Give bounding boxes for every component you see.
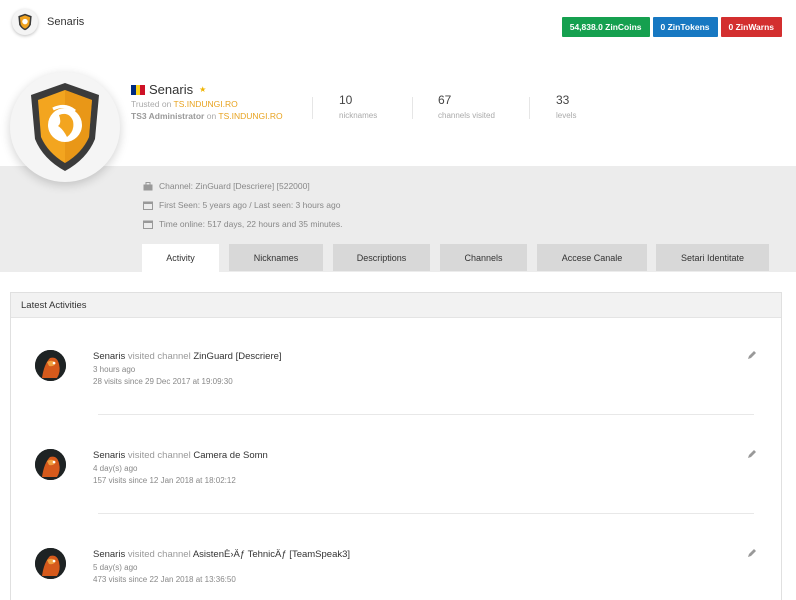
tab-channels[interactable]: Channels bbox=[440, 244, 527, 271]
activity-action: visited channel bbox=[127, 351, 191, 362]
user-avatar[interactable] bbox=[35, 548, 66, 579]
activity-text: Senaris visited channel AsistenÈ›Äƒ Tehn… bbox=[93, 549, 350, 560]
activity-visits: 157 visits since 12 Jan 2018 at 18:02:12 bbox=[93, 476, 236, 485]
tab-accese-canale[interactable]: Accese Canale bbox=[537, 244, 647, 271]
stat-label: nicknames bbox=[339, 111, 378, 120]
info-online: Time online: 517 days, 22 hours and 35 m… bbox=[143, 219, 343, 229]
activity-time: 3 hours ago bbox=[93, 365, 136, 374]
activity-time: 4 day(s) ago bbox=[93, 464, 138, 473]
calendar-icon bbox=[143, 220, 153, 229]
info-online-text: Time online: 517 days, 22 hours and 35 m… bbox=[159, 219, 343, 229]
romania-flag-icon bbox=[131, 84, 146, 95]
info-channel: Channel: ZinGuard [Descriere] [522000] bbox=[143, 181, 310, 191]
user-avatar[interactable] bbox=[35, 449, 66, 480]
info-channel-text: Channel: ZinGuard [Descriere] [522000] bbox=[159, 181, 310, 191]
shield-logo-icon bbox=[18, 13, 32, 31]
stat-divider bbox=[412, 97, 413, 119]
site-logo[interactable] bbox=[12, 9, 38, 35]
tab-activity[interactable]: Activity bbox=[142, 244, 219, 272]
tab-nicknames[interactable]: Nicknames bbox=[229, 244, 323, 271]
activity-visits: 28 visits since 29 Dec 2017 at 19:09:30 bbox=[93, 377, 233, 386]
activity-text: Senaris visited channel Camera de Somn bbox=[93, 450, 268, 461]
currency-badges: 54,838.0 ZinCoins 0 ZinTokens 0 ZinWarns bbox=[561, 17, 782, 37]
trusted-site-link[interactable]: TS.INDUNGI.RO bbox=[174, 99, 238, 109]
role-on: on bbox=[204, 111, 219, 121]
activity-channel[interactable]: AsistenÈ›Äƒ TehnicÄƒ [TeamSpeak3] bbox=[193, 549, 350, 560]
role-site-link[interactable]: TS.INDUNGI.RO bbox=[218, 111, 282, 121]
info-seen-text: First Seen: 5 years ago / Last seen: 3 h… bbox=[159, 200, 341, 210]
activity-channel[interactable]: Camera de Somn bbox=[193, 450, 267, 461]
stat-value: 10 bbox=[339, 93, 353, 107]
latest-activities-panel: Latest Activities Senaris visited channe… bbox=[10, 292, 782, 600]
tab-descriptions[interactable]: Descriptions bbox=[333, 244, 430, 271]
profile-roles: Trusted on TS.INDUNGI.RO TS3 Administrat… bbox=[131, 98, 283, 122]
activity-time: 5 day(s) ago bbox=[93, 563, 138, 572]
activity-visits: 473 visits since 22 Jan 2018 at 13:36:50 bbox=[93, 575, 236, 584]
info-seen: First Seen: 5 years ago / Last seen: 3 h… bbox=[143, 200, 340, 210]
stat-value: 33 bbox=[556, 93, 570, 107]
calendar-icon bbox=[143, 201, 153, 210]
activity-action: visited channel bbox=[127, 549, 191, 560]
profile-name-row: Senaris ★ bbox=[131, 82, 206, 97]
zintokens-badge[interactable]: 0 ZinTokens bbox=[652, 17, 718, 37]
star-icon: ★ bbox=[199, 85, 207, 94]
pencil-icon[interactable] bbox=[747, 449, 757, 459]
activity-separator bbox=[98, 414, 754, 415]
tab-setari-identitate[interactable]: Setari Identitate bbox=[656, 244, 769, 271]
activity-separator bbox=[98, 513, 754, 514]
briefcase-icon bbox=[143, 181, 153, 191]
pencil-icon[interactable] bbox=[747, 350, 757, 360]
shield-avatar-icon bbox=[31, 83, 99, 171]
activity-action: visited channel bbox=[127, 450, 191, 461]
stat-channels-visited: 67 channels visited bbox=[438, 93, 495, 120]
activity-user[interactable]: Senaris bbox=[93, 549, 125, 560]
stat-label: levels bbox=[556, 111, 577, 120]
stat-value: 67 bbox=[438, 93, 452, 107]
trusted-prefix: Trusted on bbox=[131, 99, 174, 109]
stat-levels: 33 levels bbox=[556, 93, 576, 120]
pencil-icon[interactable] bbox=[747, 548, 757, 558]
profile-avatar bbox=[10, 72, 120, 182]
zincoins-badge[interactable]: 54,838.0 ZinCoins bbox=[561, 17, 650, 37]
stat-divider bbox=[529, 97, 530, 119]
activity-user[interactable]: Senaris bbox=[93, 351, 125, 362]
stat-divider bbox=[312, 97, 313, 119]
panel-title: Latest Activities bbox=[11, 293, 781, 318]
zinwarns-badge[interactable]: 0 ZinWarns bbox=[720, 17, 782, 37]
activity-channel[interactable]: ZinGuard [Descriere] bbox=[193, 351, 281, 362]
activity-text: Senaris visited channel ZinGuard [Descri… bbox=[93, 351, 282, 362]
activity-user[interactable]: Senaris bbox=[93, 450, 125, 461]
top-bar: Senaris 54,838.0 ZinCoins 0 ZinTokens 0 … bbox=[0, 0, 796, 46]
topbar-username[interactable]: Senaris bbox=[47, 16, 84, 28]
profile-name: Senaris bbox=[149, 82, 194, 97]
user-avatar[interactable] bbox=[35, 350, 66, 381]
stat-label: channels visited bbox=[438, 111, 495, 120]
stat-nicknames: 10 nicknames bbox=[339, 93, 377, 120]
role-label: TS3 Administrator bbox=[131, 111, 205, 121]
